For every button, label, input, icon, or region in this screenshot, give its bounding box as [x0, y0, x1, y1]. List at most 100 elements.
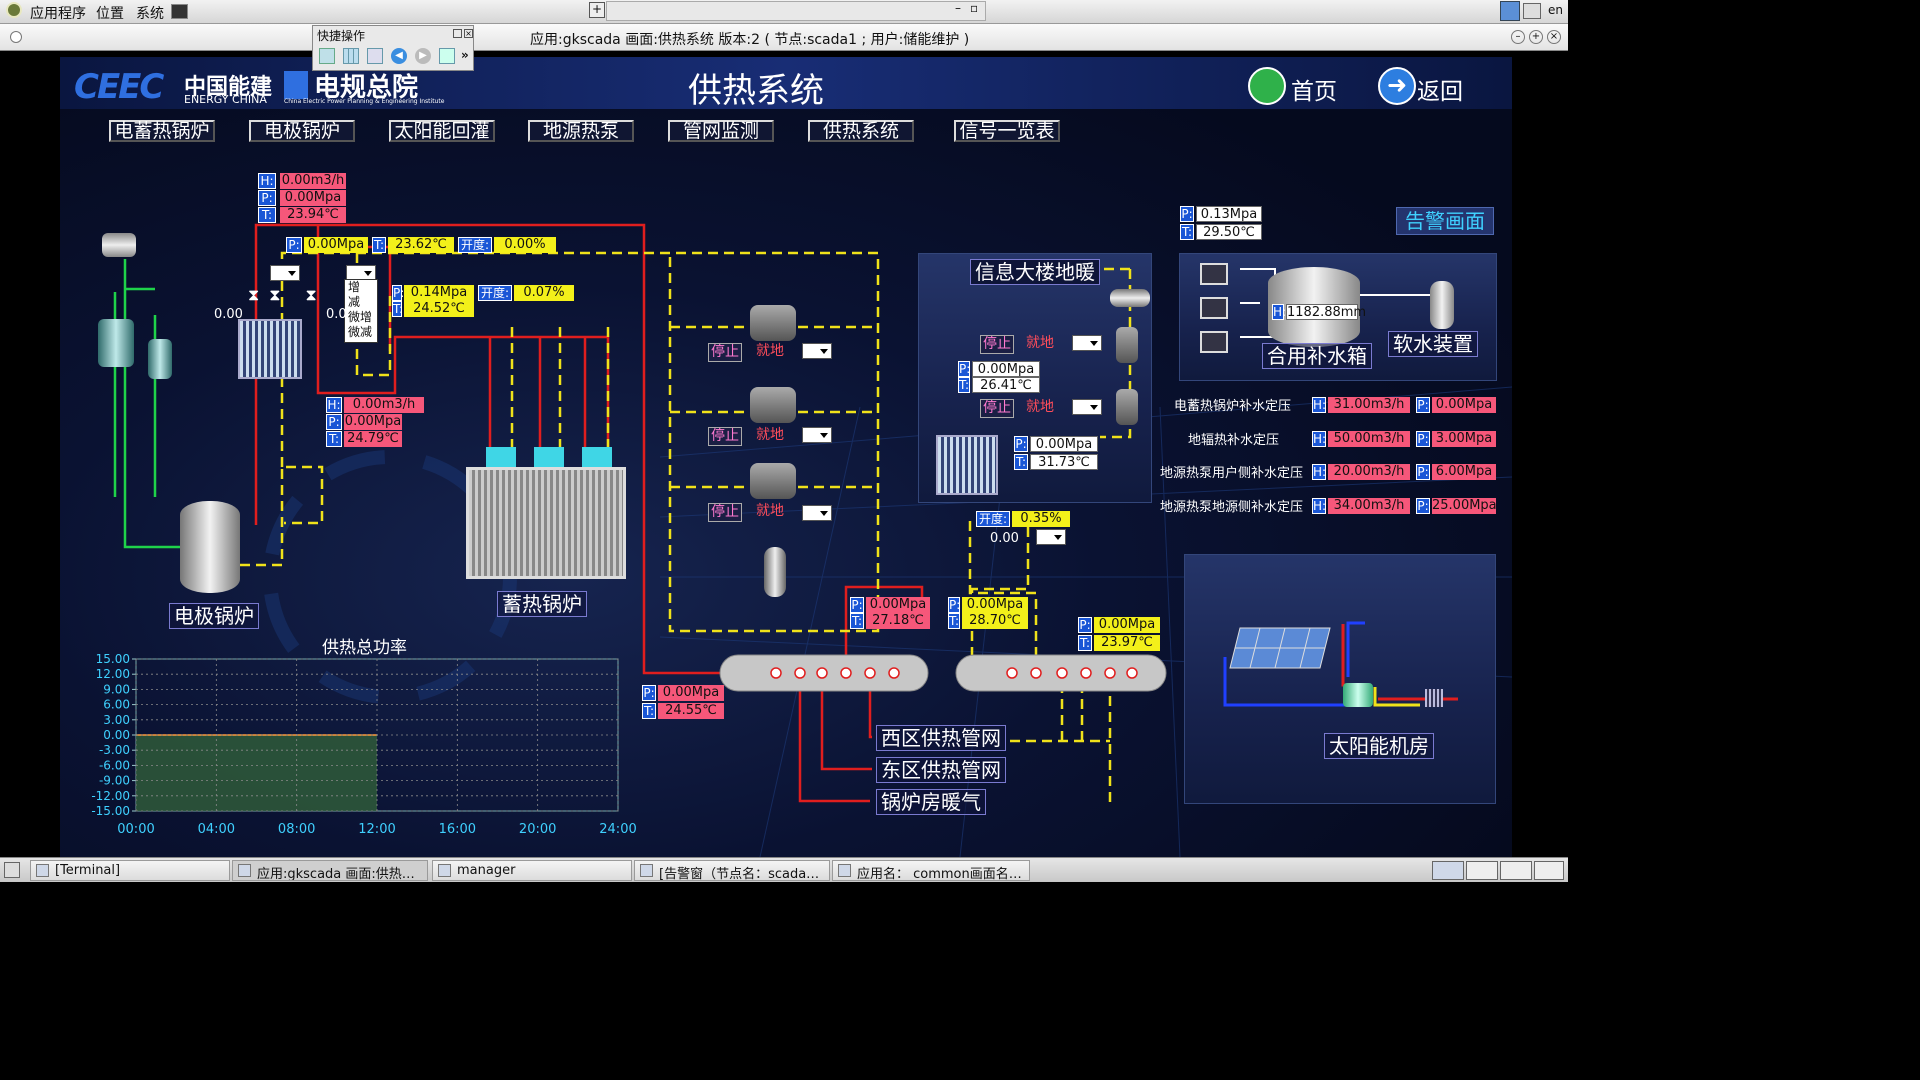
strip-restore-icon[interactable]: ▫: [970, 1, 978, 15]
branch-valve-dropdown[interactable]: [1036, 529, 1066, 545]
pump3-mode-dropdown[interactable]: [802, 505, 832, 521]
taskbar-item[interactable]: 应用名： common画面名…: [832, 860, 1030, 881]
taskbar-item-label: [Terminal]: [55, 863, 121, 878]
keyboard-icon[interactable]: [1523, 3, 1541, 19]
pump-motor-icon: [148, 339, 172, 379]
workspace-switcher-3[interactable]: [1500, 861, 1532, 880]
pump1-stop-button[interactable]: 停止: [708, 343, 742, 362]
info-t1: 26.41℃: [972, 377, 1040, 393]
west-temperature: 27.18℃: [866, 613, 930, 629]
menu-item-fine-increase[interactable]: 微增: [348, 310, 377, 325]
tag-p: P:: [850, 597, 864, 613]
menu-places[interactable]: 位置: [96, 3, 124, 23]
tag-t: T:: [392, 301, 404, 317]
chart-ytick-label: 12.00: [96, 667, 130, 681]
menu-item-decrease[interactable]: 减: [348, 295, 377, 310]
grid-icon[interactable]: [343, 48, 359, 64]
pump2-mode-dropdown[interactable]: [802, 427, 832, 443]
more-icon[interactable]: »: [461, 48, 469, 62]
info-pump1-mode-dropdown[interactable]: [1072, 335, 1102, 351]
branch-opening: 0.35%: [1012, 511, 1070, 527]
pump2-local-status: 就地: [756, 427, 784, 443]
g3-temperature: 24.52℃: [404, 301, 474, 317]
chart-xtick-label: 04:00: [198, 822, 235, 837]
chart-ytick-label: -3.00: [99, 743, 130, 757]
chart-ytick-label: 9.00: [103, 682, 130, 696]
chart-xtick-label: 00:00: [117, 822, 154, 837]
pump1-mode-dropdown[interactable]: [802, 343, 832, 359]
quick-panel-close-icon[interactable]: ×: [464, 29, 473, 38]
workspace-switcher-1[interactable]: [1432, 861, 1464, 880]
west-network-label[interactable]: 西区供热管网: [876, 725, 1006, 751]
pump-motor-icon: [98, 319, 134, 367]
network-icon[interactable]: [1500, 1, 1520, 21]
terminal-launcher-icon[interactable]: [171, 4, 188, 19]
info-pump-icon: [1116, 327, 1138, 363]
info-pump1-stop-button[interactable]: 停止: [980, 335, 1014, 354]
window-menu-circle-icon[interactable]: [10, 31, 22, 43]
west-pressure: 0.00Mpa: [866, 597, 930, 613]
strip-minimize-icon[interactable]: –: [955, 1, 961, 15]
apps-logo-icon: [6, 2, 22, 18]
circulation-pump-icon: [750, 463, 796, 499]
g3-opening: 0.07%: [514, 285, 574, 301]
softener-vessel: [1430, 281, 1454, 329]
menu-system[interactable]: 系统: [136, 3, 164, 23]
pump2-stop-button[interactable]: 停止: [708, 427, 742, 446]
forward-arrow-icon[interactable]: ▶: [415, 48, 431, 64]
menu-item-increase[interactable]: 增: [348, 280, 377, 295]
chart-ytick-label: 6.00: [103, 698, 130, 712]
boiler-room-heating-label[interactable]: 锅炉房暖气: [876, 789, 986, 815]
fit-window-icon[interactable]: [367, 48, 383, 64]
taskbar-item[interactable]: [告警窗（节点名：scada…: [634, 860, 830, 881]
makeup-tank-label: 合用补水箱: [1262, 343, 1372, 369]
taskbar-item-label: [告警窗（节点名：scada…: [659, 867, 820, 881]
workspace-switcher-2[interactable]: [1466, 861, 1498, 880]
tag-p: P:: [1416, 431, 1430, 447]
minimize-icon[interactable]: –: [1511, 30, 1525, 44]
info-pump1-local-status: 就地: [1026, 335, 1054, 351]
maximize-icon[interactable]: +: [1529, 30, 1543, 44]
tag-t: T:: [258, 207, 276, 223]
workspace-switcher-4[interactable]: [1534, 861, 1564, 880]
taskbar-item[interactable]: 应用:gkscada 画面:供热…: [232, 860, 428, 881]
fullscreen-icon[interactable]: [319, 48, 335, 64]
info-p1: 0.00Mpa: [972, 361, 1040, 377]
alarm-screen-button[interactable]: 告警画面: [1396, 207, 1494, 235]
info-t2: 31.73℃: [1030, 454, 1098, 470]
makeup-row-label: 地源热泵用户侧补水定压: [1160, 466, 1304, 481]
back-arrow-icon[interactable]: ◀: [391, 48, 407, 64]
valve-icons[interactable]: ⧗⧗ ⧗: [248, 285, 327, 305]
lang-indicator[interactable]: en: [1548, 3, 1563, 17]
quick-panel-pin-icon[interactable]: [453, 29, 462, 38]
chart-xtick-label: 08:00: [278, 822, 315, 837]
show-desktop-icon[interactable]: [4, 862, 20, 878]
tag-p: P:: [258, 190, 276, 206]
electrode-boiler-vessel: [180, 501, 240, 593]
tag-t: T:: [850, 613, 864, 629]
g2-opening: 0.00%: [494, 237, 556, 253]
tag-p: P:: [1180, 206, 1194, 222]
tag-t: T:: [1014, 454, 1028, 470]
tag-open: 开度:: [976, 511, 1010, 527]
info-pump2-mode-dropdown[interactable]: [1072, 399, 1102, 415]
taskbar-item[interactable]: [Terminal]: [30, 860, 230, 881]
east-network-label[interactable]: 东区供热管网: [876, 757, 1006, 783]
valve-mode-dropdown[interactable]: [270, 265, 300, 281]
boiler-pressure: 0.00Mpa: [658, 685, 724, 701]
chart-xtick-label: 20:00: [519, 822, 556, 837]
adjust-menu[interactable]: 增 减 微增 微减: [344, 279, 378, 343]
menu-item-fine-decrease[interactable]: 微减: [348, 325, 377, 340]
window-menu-icon[interactable]: +: [589, 2, 605, 18]
storage-boiler-vessel: [466, 467, 626, 579]
pump3-stop-button[interactable]: 停止: [708, 503, 742, 522]
minimized-window-strip[interactable]: [606, 1, 986, 21]
edit-icon[interactable]: [439, 48, 455, 64]
solar-exchanger-icon: [1425, 689, 1443, 707]
left-valve-value: 0.00: [214, 307, 243, 322]
taskbar-item[interactable]: manager: [432, 860, 632, 881]
close-icon[interactable]: ×: [1547, 30, 1561, 44]
pump1-local-status: 就地: [756, 343, 784, 359]
info-pump2-stop-button[interactable]: 停止: [980, 399, 1014, 418]
menu-apps[interactable]: 应用程序: [30, 3, 86, 23]
